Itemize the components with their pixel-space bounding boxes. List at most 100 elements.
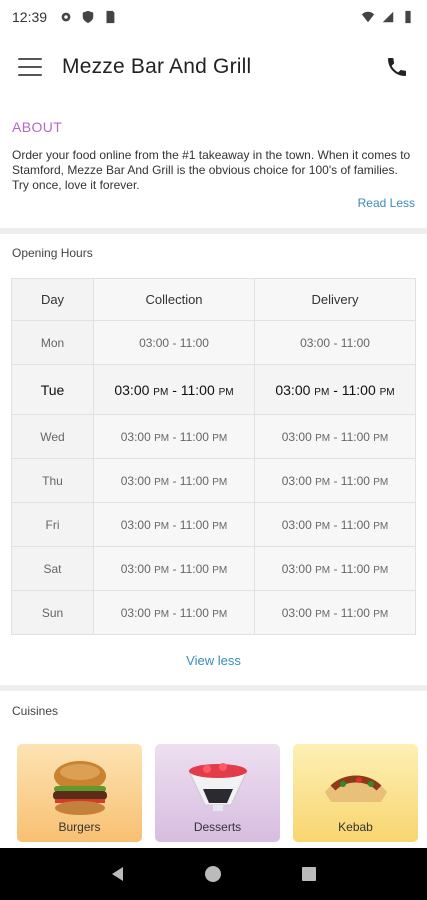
collection-hours: 03:00 PM - 11:00 PM (93, 502, 255, 547)
close-time: - 11:00 (172, 429, 209, 444)
hamburger-menu-icon[interactable] (18, 58, 42, 76)
hours-day: Wed (11, 414, 94, 459)
hours-row: Mon 03:00 - 11:00 03:00 - 11:00 (11, 320, 416, 365)
burger-image (17, 752, 142, 822)
ampm-label: PM (373, 520, 389, 532)
cuisine-label: Kebab (338, 820, 373, 834)
close-time: - 11:00 (333, 335, 370, 350)
open-time: 03:00 (281, 429, 312, 444)
signal-icon (382, 11, 394, 23)
system-nav-bar (0, 848, 427, 900)
open-time: 03:00 (281, 473, 312, 488)
close-time: - 11:00 (172, 473, 209, 488)
hours-row: Thu 03:00 PM - 11:00 PM 03:00 PM - 11:00 P… (11, 458, 416, 503)
delivery-hours: 03:00 PM - 11:00 PM (254, 502, 416, 547)
delivery-hours: 03:00 - 11:00 (254, 320, 416, 365)
close-time: - 11:00 (333, 381, 376, 398)
ampm-label: PM (373, 432, 389, 444)
restaurant-title: Mezze Bar And Grill (62, 55, 252, 78)
about-heading: ABOUT (12, 119, 63, 135)
hours-row: Sat 03:00 PM - 11:00 PM 03:00 PM - 11:00 P… (11, 546, 416, 591)
close-time: - 11:00 (333, 605, 370, 620)
ampm-label: PM (373, 608, 389, 620)
ampm-label: PM (315, 564, 331, 576)
app-bar: Mezze Bar And Grill (0, 34, 427, 100)
collection-hours: 03:00 PM - 11:00 PM (93, 414, 255, 459)
ampm-label: PM (153, 386, 169, 398)
status-bar: 12:39 (0, 0, 427, 34)
cuisine-card-kebab[interactable]: Kebab (293, 744, 418, 842)
close-time: - 11:00 (333, 473, 370, 488)
about-section: ABOUT Order your food online from the #1… (0, 108, 427, 210)
close-time: - 11:00 (172, 381, 215, 398)
open-time: 03:00 (281, 561, 312, 576)
view-less-link[interactable]: View less (0, 653, 427, 668)
cuisine-list: Burgers Desserts Kebab (17, 744, 418, 842)
section-divider (0, 228, 427, 234)
wifi-icon (361, 11, 375, 23)
back-icon[interactable] (106, 862, 130, 886)
ampm-label: PM (154, 520, 170, 532)
open-time: 03:00 (114, 381, 150, 398)
collection-hours: 03:00 PM - 11:00 PM (93, 458, 255, 503)
ampm-label: PM (212, 476, 228, 488)
open-time: 03:00 (275, 381, 311, 398)
close-time: - 11:00 (333, 561, 370, 576)
hours-row: Sun 03:00 PM - 11:00 PM 03:00 PM - 11:00 P… (11, 590, 416, 635)
shield-icon (82, 10, 94, 24)
cuisine-card-burgers[interactable]: Burgers (17, 744, 142, 842)
open-time: 03:00 (120, 517, 151, 532)
about-text: Order your food online from the #1 takea… (12, 148, 411, 192)
cuisine-card-desserts[interactable]: Desserts (155, 744, 280, 842)
home-icon[interactable] (201, 862, 225, 886)
close-time: - 11:00 (333, 429, 370, 444)
delivery-hours: 03:00 PM - 11:00 PM (254, 414, 416, 459)
delivery-hours: 03:00 PM - 11:00 PM (254, 590, 416, 635)
status-time: 12:39 (12, 9, 48, 25)
close-time: - 11:00 (333, 517, 370, 532)
cuisine-label: Burgers (58, 820, 101, 834)
open-time: 03:00 (120, 605, 151, 620)
open-time: 03:00 (281, 517, 312, 532)
collection-hours: 03:00 PM - 11:00 PM (93, 364, 255, 415)
close-time: - 11:00 (172, 335, 209, 350)
hours-row: Tue 03:00 PM - 11:00 PM 03:00 PM - 11:00 P… (11, 364, 416, 415)
cuisine-label: Desserts (193, 820, 242, 834)
hours-day: Sun (11, 590, 94, 635)
open-time: 03:00 (139, 335, 170, 350)
ampm-label: PM (218, 386, 234, 398)
open-time: 03:00 (300, 335, 331, 350)
close-time: - 11:00 (172, 517, 209, 532)
recents-icon[interactable] (297, 862, 321, 886)
kebab-image (293, 752, 418, 822)
hours-row: Wed 03:00 PM - 11:00 PM 03:00 PM - 11:00 P… (11, 414, 416, 459)
close-time: - 11:00 (172, 605, 209, 620)
hours-row: Fri 03:00 PM - 11:00 PM 03:00 PM - 11:00 P… (11, 502, 416, 547)
ampm-label: PM (154, 432, 170, 444)
settings-icon (61, 12, 71, 22)
opening-hours-table: Day Collection Delivery Mon 03:00 - 11:00… (11, 278, 416, 635)
delivery-hours: 03:00 PM - 11:00 PM (254, 364, 416, 415)
open-time: 03:00 (281, 605, 312, 620)
ampm-label: PM (212, 608, 228, 620)
battery-icon (405, 10, 411, 24)
ampm-label: PM (154, 608, 170, 620)
sim-card-icon (106, 10, 115, 24)
ampm-label: PM (315, 476, 331, 488)
hours-day: Mon (11, 320, 94, 365)
opening-hours-title: Opening Hours (12, 246, 93, 260)
open-time: 03:00 (120, 561, 151, 576)
read-less-link[interactable]: Read Less (12, 196, 415, 210)
ampm-label: PM (379, 386, 395, 398)
section-divider (0, 685, 427, 691)
ampm-label: PM (373, 564, 389, 576)
hours-day: Sat (11, 546, 94, 591)
ampm-label: PM (212, 564, 228, 576)
open-time: 03:00 (120, 473, 151, 488)
phone-icon[interactable] (385, 55, 409, 79)
ampm-label: PM (315, 432, 331, 444)
ampm-label: PM (154, 476, 170, 488)
ampm-label: PM (315, 520, 331, 532)
ampm-label: PM (373, 476, 389, 488)
hours-day: Fri (11, 502, 94, 547)
